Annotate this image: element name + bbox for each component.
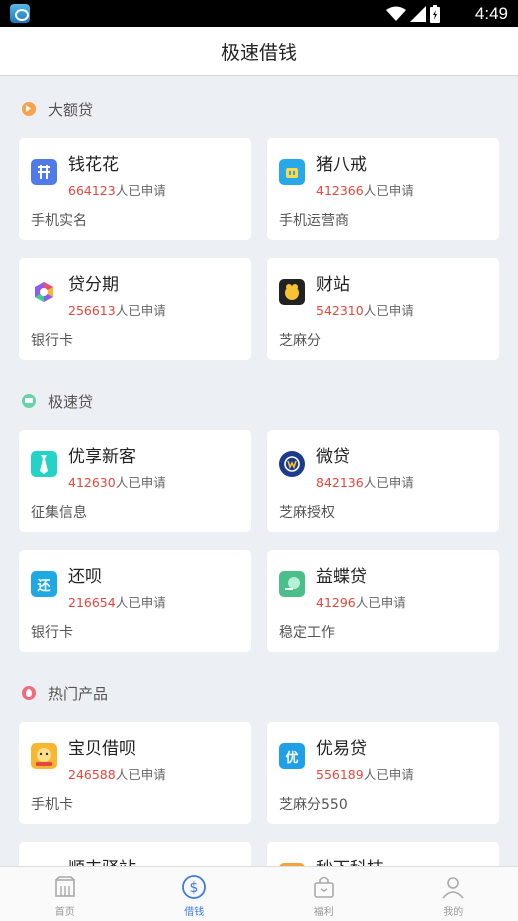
status-icons [386, 5, 440, 23]
loan-name: 财站 [316, 275, 350, 295]
apply-count: 246588人已申请 [68, 767, 166, 782]
red-fire-icon [22, 686, 36, 700]
baobeijiebei-logo-icon [31, 743, 57, 769]
loan-name: 宝贝借呗 [68, 739, 136, 759]
signal-icon [410, 6, 426, 22]
zhubajie-logo-icon [279, 159, 305, 185]
battery-icon [430, 5, 440, 23]
bottom-tab-bar: 首页 $ 借钱 福利 我的 [0, 866, 518, 921]
loan-card-qianhuahua[interactable]: 钱花花 664123人已申请 手机实名 [19, 138, 251, 240]
apply-count: 542310人已申请 [316, 303, 414, 318]
loan-card-youxiangxinke[interactable]: 优享新客 412630人已申请 征集信息 [19, 430, 251, 532]
tab-home[interactable]: 首页 [0, 867, 130, 921]
loan-card-huanbei[interactable]: 还 还呗 216654人已申请 银行卡 [19, 550, 251, 652]
youyidai-logo-icon: 优 [279, 743, 305, 769]
loan-name: 顺丰驿站 [68, 854, 136, 866]
page-title: 极速借钱 [220, 41, 297, 64]
green-robot-icon [22, 394, 36, 408]
loan-card-daifenqi[interactable]: 贷分期 256613人已申请 银行卡 [19, 258, 251, 360]
apply-count: 412366人已申请 [316, 183, 414, 198]
wifi-icon [386, 6, 406, 21]
apply-count: 41296人已申请 [316, 595, 406, 610]
daifenqi-logo-icon [31, 279, 57, 305]
loan-name: 猪八戒 [316, 155, 367, 175]
loan-name: 还呗 [68, 567, 102, 587]
loan-card-miaoxia[interactable]: 秒下科技 [267, 842, 499, 866]
loan-name: 优享新客 [68, 447, 136, 467]
qianhuahua-logo-icon [31, 159, 57, 185]
loan-requirement: 稳定工作 [279, 625, 335, 641]
section-title-fast-loan: 极速贷 [22, 390, 93, 412]
header: 极速借钱 [0, 27, 518, 76]
loan-requirement: 手机实名 [31, 213, 87, 229]
loan-card-yidiedai[interactable]: 益蝶贷 41296人已申请 稳定工作 [267, 550, 499, 652]
loan-requirement: 银行卡 [31, 625, 73, 641]
user-icon [442, 877, 464, 899]
apply-count: 216654人已申请 [68, 595, 166, 610]
youxiangxinke-logo-icon [31, 451, 57, 477]
loan-name: 优易贷 [316, 739, 367, 759]
loan-name: 秒下科技 [316, 854, 384, 866]
status-bar: 4:49 [0, 0, 518, 27]
loan-requirement: 芝麻授权 [279, 505, 335, 521]
loan-card-baobeijiebei[interactable]: 宝贝借呗 246588人已申请 手机卡 [19, 722, 251, 824]
tab-mine[interactable]: 我的 [389, 867, 518, 921]
loan-requirement: 征集信息 [31, 505, 87, 521]
loan-card-zhubajie[interactable]: 猪八戒 412366人已申请 手机运营商 [267, 138, 499, 240]
loan-name: 益蝶贷 [316, 567, 367, 587]
yidiedai-logo-icon [279, 571, 305, 597]
loan-name: 微贷 [316, 447, 350, 467]
loan-list[interactable]: 大额贷 钱花花 664123人已申请 手机实名 猪八戒 412366人已申请 手… [0, 76, 518, 866]
loan-card-shunfeng[interactable]: 顺丰驿站 [19, 842, 251, 866]
status-time: 4:49 [474, 4, 508, 23]
tab-welfare[interactable]: 福利 [259, 867, 389, 921]
loan-card-weidai[interactable]: 微贷 842136人已申请 芝麻授权 [267, 430, 499, 532]
svg-text:$: $ [190, 880, 199, 896]
weidai-logo-icon [279, 451, 305, 477]
orange-tag-icon [22, 102, 36, 116]
huanbei-logo-icon: 还 [31, 571, 57, 597]
apply-count: 664123人已申请 [68, 183, 166, 198]
dollar-icon: $ [182, 875, 207, 899]
home-icon [54, 876, 75, 897]
apply-count: 842136人已申请 [316, 475, 414, 490]
loan-requirement: 芝麻分 [279, 333, 321, 349]
loan-requirement: 银行卡 [31, 333, 73, 349]
gift-bag-icon [313, 876, 334, 898]
section-title-hot-products: 热门产品 [22, 682, 108, 704]
loan-requirement: 手机卡 [31, 797, 73, 813]
section-title-large-loan: 大额贷 [22, 98, 93, 120]
loan-requirement: 手机运营商 [279, 213, 349, 229]
loan-requirement: 芝麻分550 [279, 797, 348, 813]
caizhan-logo-icon [279, 279, 305, 305]
tab-borrow[interactable]: $ 借钱 [130, 867, 260, 921]
loan-card-youyidai[interactable]: 优 优易贷 556189人已申请 芝麻分550 [267, 722, 499, 824]
apply-count: 412630人已申请 [68, 475, 166, 490]
loan-name: 钱花花 [68, 155, 119, 175]
apply-count: 556189人已申请 [316, 767, 414, 782]
loan-name: 贷分期 [68, 275, 119, 295]
apply-count: 256613人已申请 [68, 303, 166, 318]
app-notification-icon [10, 4, 30, 23]
loan-card-caizhan[interactable]: 财站 542310人已申请 芝麻分 [267, 258, 499, 360]
